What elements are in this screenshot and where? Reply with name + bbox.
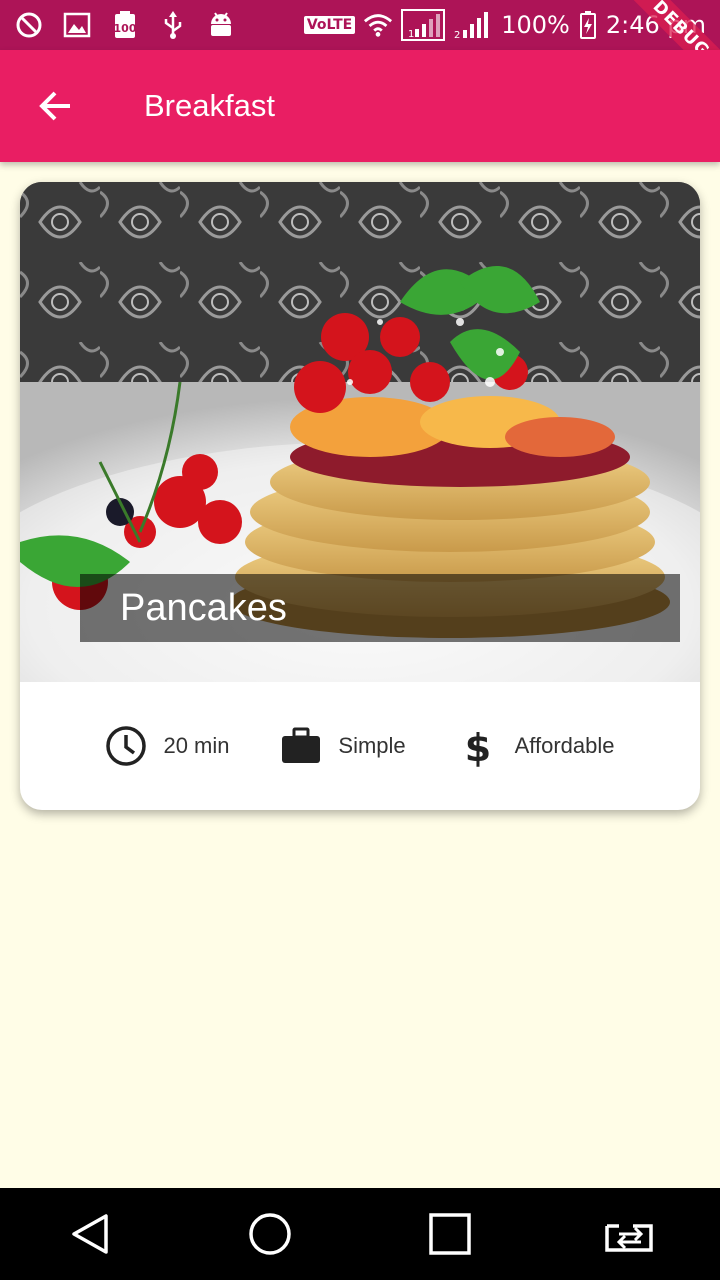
image-icon bbox=[62, 10, 92, 40]
schedule-icon bbox=[106, 726, 147, 766]
back-button[interactable] bbox=[20, 70, 92, 142]
complexity-label: Simple bbox=[338, 733, 406, 758]
svg-text:1: 1 bbox=[408, 29, 414, 40]
svg-text:$: $ bbox=[464, 726, 490, 767]
wifi-icon bbox=[363, 10, 393, 40]
recipe-card[interactable]: Pancakes 20 min Simple $ Affordable bbox=[20, 182, 700, 810]
nav-home-button[interactable] bbox=[230, 1194, 310, 1274]
status-bar: 100 VoLTE 1 2 100% 2:46 pm DEBUG bbox=[0, 0, 720, 92]
signal-2-icon: 2 bbox=[453, 10, 493, 40]
back-triangle-icon bbox=[72, 1214, 108, 1254]
100-icon: 100 bbox=[110, 10, 140, 40]
recipe-image: Pancakes bbox=[20, 182, 700, 682]
app-bar: Breakfast bbox=[0, 50, 720, 162]
affordability-label: Affordable bbox=[514, 733, 615, 758]
duration-label: 20 min bbox=[163, 733, 230, 758]
arrow-back-icon bbox=[39, 91, 70, 121]
android-icon bbox=[206, 10, 236, 40]
work-icon bbox=[282, 727, 321, 763]
page-title: Breakfast bbox=[144, 88, 275, 123]
volte-badge: VoLTE bbox=[303, 16, 356, 34]
recipe-title-overlay: Pancakes bbox=[80, 574, 680, 642]
recents-square-icon bbox=[429, 1213, 471, 1255]
do-not-disturb-icon bbox=[14, 10, 44, 40]
home-circle-icon bbox=[249, 1213, 291, 1255]
svg-text:2: 2 bbox=[454, 30, 460, 40]
switch-app-icon bbox=[605, 1224, 653, 1252]
nav-switch-app-button[interactable] bbox=[590, 1194, 670, 1274]
nav-back-button[interactable] bbox=[50, 1194, 130, 1274]
complexity-info: Simple bbox=[280, 727, 406, 765]
recipe-info-row: 20 min Simple $ Affordable bbox=[20, 682, 700, 810]
system-nav-bar bbox=[0, 1188, 720, 1280]
duration-info: 20 min bbox=[105, 725, 230, 767]
svg-text:100: 100 bbox=[114, 22, 137, 35]
battery-percent: 100% bbox=[501, 11, 570, 39]
affordability-info: $ Affordable bbox=[457, 725, 615, 767]
nav-recents-button[interactable] bbox=[410, 1194, 490, 1274]
attach-money-icon: $ bbox=[464, 726, 490, 767]
usb-icon bbox=[158, 10, 188, 40]
signal-icon: 1 bbox=[401, 9, 446, 41]
battery-charging-icon bbox=[578, 10, 598, 40]
recipe-title: Pancakes bbox=[120, 586, 287, 629]
